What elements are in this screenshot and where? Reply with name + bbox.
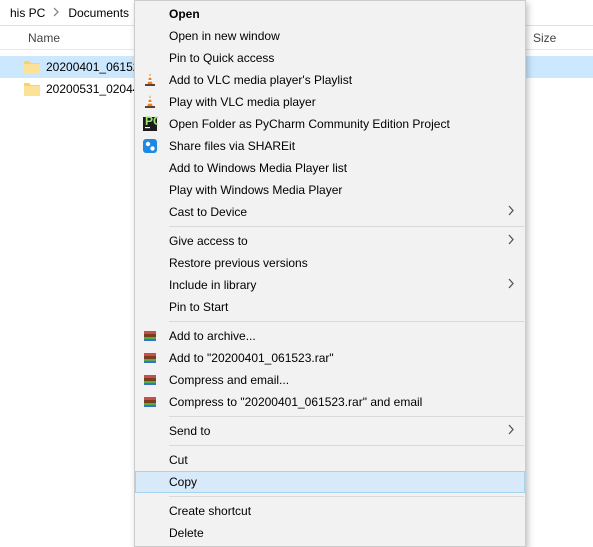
menu-delete[interactable]: Delete [135,522,525,544]
menu-give-access-to[interactable]: Give access to [135,230,525,252]
menu-cut[interactable]: Cut [135,449,525,471]
blank-icon [141,181,159,199]
menu-open[interactable]: Open [135,3,525,25]
menu-pin-to-start[interactable]: Pin to Start [135,296,525,318]
chevron-right-icon [49,6,64,20]
blank-icon [141,5,159,23]
menu-pycharm[interactable]: PC Open Folder as PyCharm Community Edit… [135,113,525,135]
blank-icon [141,298,159,316]
menu-shareit[interactable]: Share files via SHAREit [135,135,525,157]
menu-vlc-playlist[interactable]: Add to VLC media player's Playlist [135,69,525,91]
menu-separator [169,416,524,417]
menu-restore-previous-versions[interactable]: Restore previous versions [135,252,525,274]
blank-icon [141,524,159,542]
chevron-right-icon [507,278,515,292]
blank-icon [141,473,159,491]
menu-separator [169,496,524,497]
blank-icon [141,203,159,221]
chevron-right-icon [507,424,515,438]
file-name: 20200401_06152 [46,60,139,74]
winrar-icon [141,327,159,345]
blank-icon [141,27,159,45]
shareit-icon [141,137,159,155]
blank-icon [141,451,159,469]
menu-separator [169,445,524,446]
menu-compress-and-email[interactable]: Compress and email... [135,369,525,391]
chevron-right-icon [507,234,515,248]
pycharm-icon: PC [141,115,159,133]
menu-cast-to-device[interactable]: Cast to Device [135,201,525,223]
menu-vlc-play[interactable]: Play with VLC media player [135,91,525,113]
breadcrumb-part-pc[interactable]: his PC [6,6,49,20]
menu-pin-quick-access[interactable]: Pin to Quick access [135,47,525,69]
svg-text:PC: PC [145,116,158,128]
vlc-cone-icon [141,93,159,111]
menu-wmp-play[interactable]: Play with Windows Media Player [135,179,525,201]
menu-include-in-library[interactable]: Include in library [135,274,525,296]
menu-separator [169,226,524,227]
column-header-size[interactable]: Size [533,31,593,45]
blank-icon [141,49,159,67]
menu-send-to[interactable]: Send to [135,420,525,442]
menu-wmp-list[interactable]: Add to Windows Media Player list [135,157,525,179]
context-menu: Open Open in new window Pin to Quick acc… [134,0,526,547]
menu-separator [169,321,524,322]
blank-icon [141,422,159,440]
menu-add-to-archive[interactable]: Add to archive... [135,325,525,347]
winrar-icon [141,349,159,367]
winrar-icon [141,393,159,411]
blank-icon [141,232,159,250]
blank-icon [141,502,159,520]
folder-icon [24,61,40,74]
menu-copy[interactable]: Copy [135,471,525,493]
blank-icon [141,276,159,294]
folder-icon [24,83,40,96]
menu-open-new-window[interactable]: Open in new window [135,25,525,47]
blank-icon [141,254,159,272]
blank-icon [141,159,159,177]
menu-add-to-named-archive[interactable]: Add to "20200401_061523.rar" [135,347,525,369]
file-name: 20200531_02044 [46,82,139,96]
menu-compress-named-and-email[interactable]: Compress to "20200401_061523.rar" and em… [135,391,525,413]
vlc-cone-icon [141,71,159,89]
chevron-right-icon [507,205,515,219]
breadcrumb-part-documents[interactable]: Documents [64,6,133,20]
winrar-icon [141,371,159,389]
